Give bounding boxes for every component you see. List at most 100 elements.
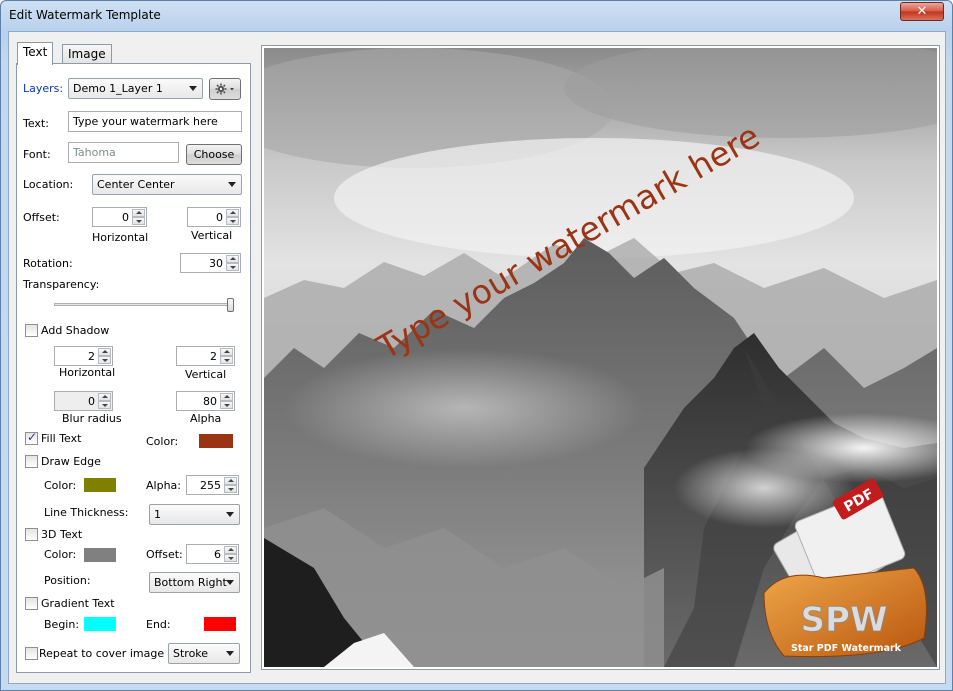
fill-color-label: Color: [146,435,179,448]
alpha-caption: Alpha [190,412,222,425]
offset-vertical-stepper[interactable]: 0 [187,207,241,227]
repeat-checkbox[interactable] [25,647,38,660]
client-area: Text Image Layers: Demo 1_Layer 1 Text: … [8,31,946,684]
tab-text[interactable]: Text [17,42,54,65]
shadow-vertical-stepper[interactable]: 2 [176,346,235,366]
spin-up-icon[interactable] [226,209,239,217]
shadow-horizontal-stepper[interactable]: 2 [54,346,113,366]
spin-up-icon[interactable] [220,348,233,356]
add-shadow-label: Add Shadow [41,324,110,337]
transparency-label: Transparency: [23,278,100,291]
font-field[interactable]: Tahoma [68,142,179,163]
add-shadow-checkbox[interactable] [25,324,38,337]
spin-down-icon[interactable] [98,356,111,364]
spin-up-icon[interactable] [132,209,145,217]
layer-options-button[interactable] [209,78,241,100]
spin-up-icon[interactable] [220,393,233,401]
line-thickness-value: 1 [154,508,161,521]
offset-horizontal-caption: Horizontal [92,231,149,244]
fill-text-checkbox[interactable] [25,430,38,445]
text-label: Text: [23,117,49,130]
spin-up-icon[interactable] [98,348,111,356]
edge-color-label: Color: [44,479,77,492]
draw-edge-label: Draw Edge [41,455,101,468]
blur-radius-stepper[interactable]: 0 [54,391,113,411]
gradient-begin-swatch[interactable] [84,617,116,631]
edge-color-swatch[interactable] [84,478,116,492]
position-dropdown[interactable]: Bottom Right [149,572,240,593]
spin-down-icon[interactable] [224,485,237,493]
spin-down-icon[interactable] [220,401,233,409]
title-bar[interactable]: Edit Watermark Template ✕ [1,1,952,31]
spin-down-icon[interactable] [224,554,237,562]
position-label: Position: [44,574,91,587]
chevron-down-icon [189,86,197,91]
shadow-horizontal-value: 2 [88,350,95,363]
font-label: Font: [23,148,51,161]
text-settings-panel: Layers: Demo 1_Layer 1 Text: Type your w… [16,63,251,673]
mountain-photo: Type your watermark here PDF SPW Star PD… [264,48,937,667]
offset-horizontal-stepper[interactable]: 0 [92,207,147,227]
spin-down-icon[interactable] [226,217,239,225]
spin-up-icon[interactable] [224,546,237,554]
watermark-text-input[interactable]: Type your watermark here [68,111,242,132]
svg-text:SPW: SPW [801,600,888,640]
three-d-offset-label: Offset: [146,548,183,561]
blur-radius-caption: Blur radius [62,412,122,425]
fill-color-swatch[interactable] [199,434,233,448]
location-value: Center Center [97,178,175,191]
shadow-vertical-caption: Vertical [185,368,227,381]
transparency-slider[interactable] [54,303,234,306]
stroke-value: Stroke [173,647,209,660]
spin-down-icon[interactable] [98,401,111,409]
edge-alpha-stepper[interactable]: 255 [186,475,239,495]
spin-up-icon[interactable] [226,255,239,263]
three-d-color-swatch[interactable] [84,548,116,562]
three-d-offset-value: 6 [214,548,221,561]
chevron-down-icon [226,580,234,585]
close-icon: ✕ [916,4,928,19]
close-button[interactable]: ✕ [900,2,944,21]
edge-alpha-value: 255 [200,479,221,492]
fill-text-label: Fill Text [41,432,82,445]
preview-image: Type your watermark here PDF SPW Star PD… [264,48,937,667]
watermark-text-value: Type your watermark here [73,115,218,128]
chevron-down-icon [226,512,234,517]
gradient-end-swatch[interactable] [204,617,236,631]
position-value: Bottom Right [154,576,227,589]
window-title: Edit Watermark Template [9,8,161,22]
location-label: Location: [23,178,74,191]
layers-dropdown[interactable]: Demo 1_Layer 1 [68,78,203,99]
spin-up-icon[interactable] [224,477,237,485]
alpha-stepper[interactable]: 80 [176,391,235,411]
spin-down-icon[interactable] [226,263,239,271]
offset-label: Offset: [23,211,60,224]
layers-value: Demo 1_Layer 1 [73,82,163,95]
stroke-dropdown[interactable]: Stroke [168,643,240,664]
shadow-vertical-value: 2 [210,350,217,363]
blur-radius-value: 0 [88,395,95,408]
draw-edge-checkbox[interactable] [25,455,38,468]
location-dropdown[interactable]: Center Center [92,174,242,195]
preview-panel: Type your watermark here PDF SPW Star PD… [261,45,940,670]
three-d-offset-stepper[interactable]: 6 [186,544,239,564]
rotation-value: 30 [209,257,223,270]
three-d-color-label: Color: [44,548,77,561]
chevron-down-icon [226,651,234,656]
gear-icon [215,83,234,95]
line-thickness-label: Line Thickness: [44,506,129,519]
rotation-label: Rotation: [23,257,73,270]
svg-text:Star PDF Watermark: Star PDF Watermark [791,643,902,654]
choose-font-button[interactable]: Choose [186,144,242,165]
tab-image[interactable]: Image [62,44,112,64]
spin-up-icon[interactable] [98,393,111,401]
offset-vertical-caption: Vertical [191,229,233,242]
gradient-end-label: End: [146,618,171,631]
spin-down-icon[interactable] [132,217,145,225]
gradient-text-checkbox[interactable] [25,597,38,610]
transparency-slider-thumb[interactable] [227,298,234,312]
line-thickness-dropdown[interactable]: 1 [149,504,240,525]
rotation-stepper[interactable]: 30 [180,253,241,273]
three-d-text-checkbox[interactable] [25,528,38,541]
spin-down-icon[interactable] [220,356,233,364]
